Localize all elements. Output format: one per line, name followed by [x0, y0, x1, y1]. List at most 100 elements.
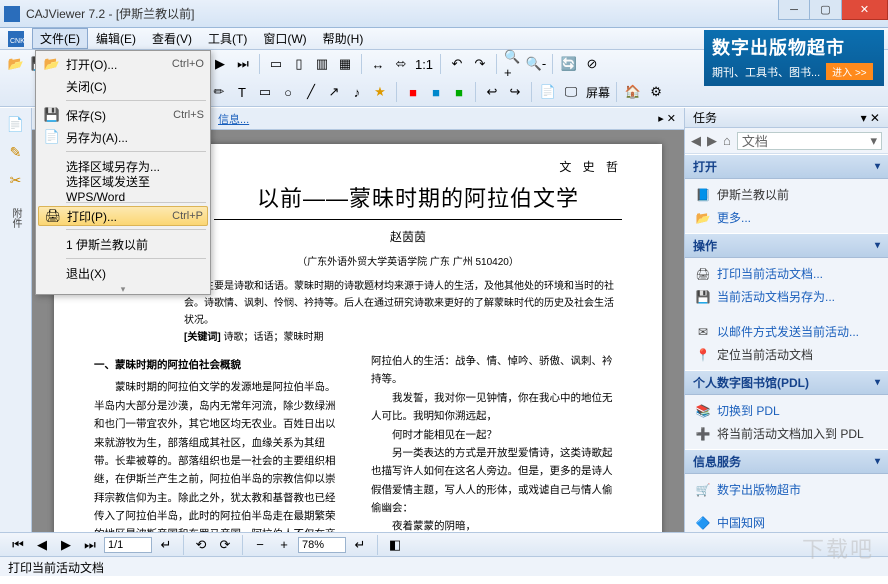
layout3-icon[interactable]: ▥	[312, 54, 332, 74]
open-icon[interactable]: 📂	[6, 54, 26, 74]
menu-exit[interactable]: 退出(X)	[38, 262, 208, 284]
annot8-icon[interactable]: ♪	[347, 82, 367, 102]
stop-icon[interactable]: ⊘	[582, 54, 602, 74]
left-tool-2[interactable]: ✎	[4, 140, 28, 164]
layout2-icon[interactable]: ▯	[289, 54, 309, 74]
rotate-left-icon[interactable]: ↶	[447, 54, 467, 74]
bb-first-icon[interactable]: ⏮	[8, 535, 28, 555]
menu-help[interactable]: 帮助(H)	[315, 28, 372, 49]
task-pdl-switch[interactable]: 📚切换到 PDL	[691, 399, 882, 422]
task-op-saveas[interactable]: 💾当前活动文档另存为...	[691, 285, 882, 308]
annot4-icon[interactable]: ▭	[255, 82, 275, 102]
section-1-p1: 蒙昧时期的阿拉伯文学的发源地是阿拉伯半岛。半岛内大部分是沙漠，岛内无常年河流，除…	[94, 378, 345, 532]
minimize-button[interactable]: ─	[778, 0, 810, 20]
color2-icon[interactable]: ■	[426, 82, 446, 102]
last-page-icon[interactable]: ⏭	[233, 54, 253, 74]
zoom-in-icon[interactable]: 🔍+	[503, 54, 523, 74]
menu-view[interactable]: 查看(V)	[144, 28, 200, 49]
fit-width-icon[interactable]: ↔	[368, 54, 388, 74]
layout1-icon[interactable]: ▭	[266, 54, 286, 74]
zoom-out-icon[interactable]: 🔍-	[526, 54, 546, 74]
right-p4: 夜着蒙蒙的阴暗，	[392, 517, 622, 532]
doc-pin-button[interactable]: ▸ ✕	[650, 112, 684, 125]
task-title-text: 任务	[693, 109, 717, 126]
menu-recent-1[interactable]: 1 伊斯兰教以前	[38, 233, 208, 255]
annot9-icon[interactable]: ★	[370, 82, 390, 102]
menu-open[interactable]: 📂 打开(O)... Ctrl+O	[38, 53, 208, 75]
article-affiliation: （广东外语外贸大学英语学院 广东 广州 510420）	[194, 253, 622, 268]
left-toolbar: 📄 ✎ ✂ 附件	[0, 108, 32, 534]
task-info-cnki[interactable]: 🔷中国知网	[691, 511, 882, 534]
menu-save-as[interactable]: 📄 另存为(A)...	[38, 126, 208, 148]
page-input[interactable]	[104, 537, 152, 553]
color1-icon[interactable]: ■	[403, 82, 423, 102]
bb-prev-icon[interactable]: ◀	[32, 535, 52, 555]
menu-tools[interactable]: 工具(T)	[200, 28, 255, 49]
open-recent-label: 伊斯兰教以前	[717, 186, 789, 203]
task-close-button[interactable]: ▾ ✕	[861, 111, 880, 125]
annot3-icon[interactable]: T	[232, 82, 252, 102]
task-section-pdl[interactable]: 个人数字图书馆(PDL)▾	[685, 370, 888, 395]
task-info-mall[interactable]: 🛒数字出版物超市	[691, 478, 882, 501]
menu-print[interactable]: 🖨 打印(P)... Ctrl+P	[38, 206, 208, 226]
bb-go-icon[interactable]: ↵	[156, 535, 176, 555]
annot7-icon[interactable]: ↗	[324, 82, 344, 102]
next-page-icon[interactable]: ▶	[210, 54, 230, 74]
banner-enter[interactable]: 进入 >>	[826, 63, 872, 80]
rotate-right-icon[interactable]: ↷	[470, 54, 490, 74]
task-op-locate[interactable]: 📍定位当前活动文档	[691, 343, 882, 366]
home-icon[interactable]: 🏠	[623, 82, 643, 102]
bb-back-icon[interactable]: ⟲	[191, 535, 211, 555]
separator	[531, 82, 532, 102]
task-pdl-add[interactable]: ➕将当前活动文档加入到 PDL	[691, 422, 882, 445]
app-menu-icon[interactable]: CNKI	[4, 29, 28, 49]
annot6-icon[interactable]: ╱	[301, 82, 321, 102]
nav-home-icon[interactable]: ⌂	[723, 133, 731, 148]
left-tool-3[interactable]: ✂	[4, 168, 28, 192]
zoom-input[interactable]	[298, 537, 346, 553]
annot5-icon[interactable]: ○	[278, 82, 298, 102]
nav-fwd-icon[interactable]: ▶	[707, 133, 717, 149]
annot2-icon[interactable]: ✏	[209, 82, 229, 102]
doc-info-link[interactable]: 信息...	[218, 111, 249, 127]
bb-zoomout-icon[interactable]: −	[250, 535, 270, 555]
menu-save[interactable]: 💾 保存(S) Ctrl+S	[38, 104, 208, 126]
bb-zoom-go-icon[interactable]: ↵	[350, 535, 370, 555]
bb-zoomin-icon[interactable]: +	[274, 535, 294, 555]
task-nav-dropdown[interactable]: 文档 ▾	[737, 132, 882, 150]
screen-icon[interactable]: 🖵	[561, 82, 581, 102]
bb-next-icon[interactable]: ▶	[56, 535, 76, 555]
bb-fwd-icon[interactable]: ⟳	[215, 535, 235, 555]
layout4-icon[interactable]: ▦	[335, 54, 355, 74]
config-icon[interactable]: ⚙	[646, 82, 666, 102]
doc-icon[interactable]: 📄	[538, 82, 558, 102]
bb-last-icon[interactable]: ⏭	[80, 535, 100, 555]
menu-close[interactable]: 关闭(C)	[38, 75, 208, 97]
cnki-icon: 🔷	[695, 516, 711, 530]
close-button[interactable]: ✕	[842, 0, 888, 20]
left-label-attach[interactable]: 附件	[8, 208, 23, 228]
task-section-ops[interactable]: 操作▾	[685, 233, 888, 258]
undo-icon[interactable]: ↩	[482, 82, 502, 102]
task-section-open[interactable]: 打开▾	[685, 154, 888, 179]
maximize-button[interactable]: ▢	[810, 0, 842, 20]
banner-ad[interactable]: 数字出版物超市 期刊、工具书、图书... 进入 >>	[704, 30, 884, 86]
nav-back-icon[interactable]: ◀	[691, 133, 701, 149]
menu-send-wps[interactable]: 选择区域发送至 WPS/Word	[38, 177, 208, 199]
menu-window[interactable]: 窗口(W)	[255, 28, 314, 49]
task-open-recent[interactable]: 📘伊斯兰教以前	[691, 183, 882, 206]
fit-page-icon[interactable]: ⬄	[391, 54, 411, 74]
refresh-icon[interactable]: 🔄	[559, 54, 579, 74]
redo-icon[interactable]: ↪	[505, 82, 525, 102]
actual-size-icon[interactable]: 1:1	[414, 54, 434, 74]
separator	[440, 54, 441, 74]
bb-layout-icon[interactable]: ◧	[385, 535, 405, 555]
task-op-print[interactable]: 🖨打印当前活动文档...	[691, 262, 882, 285]
menu-edit[interactable]: 编辑(E)	[88, 28, 144, 49]
color3-icon[interactable]: ■	[449, 82, 469, 102]
task-op-mail[interactable]: ✉以邮件方式发送当前活动...	[691, 320, 882, 343]
task-section-info[interactable]: 信息服务▾	[685, 449, 888, 474]
left-tool-1[interactable]: 📄	[4, 112, 28, 136]
task-open-more[interactable]: 📂更多...	[691, 206, 882, 229]
menu-file[interactable]: 文件(E)	[32, 28, 88, 49]
